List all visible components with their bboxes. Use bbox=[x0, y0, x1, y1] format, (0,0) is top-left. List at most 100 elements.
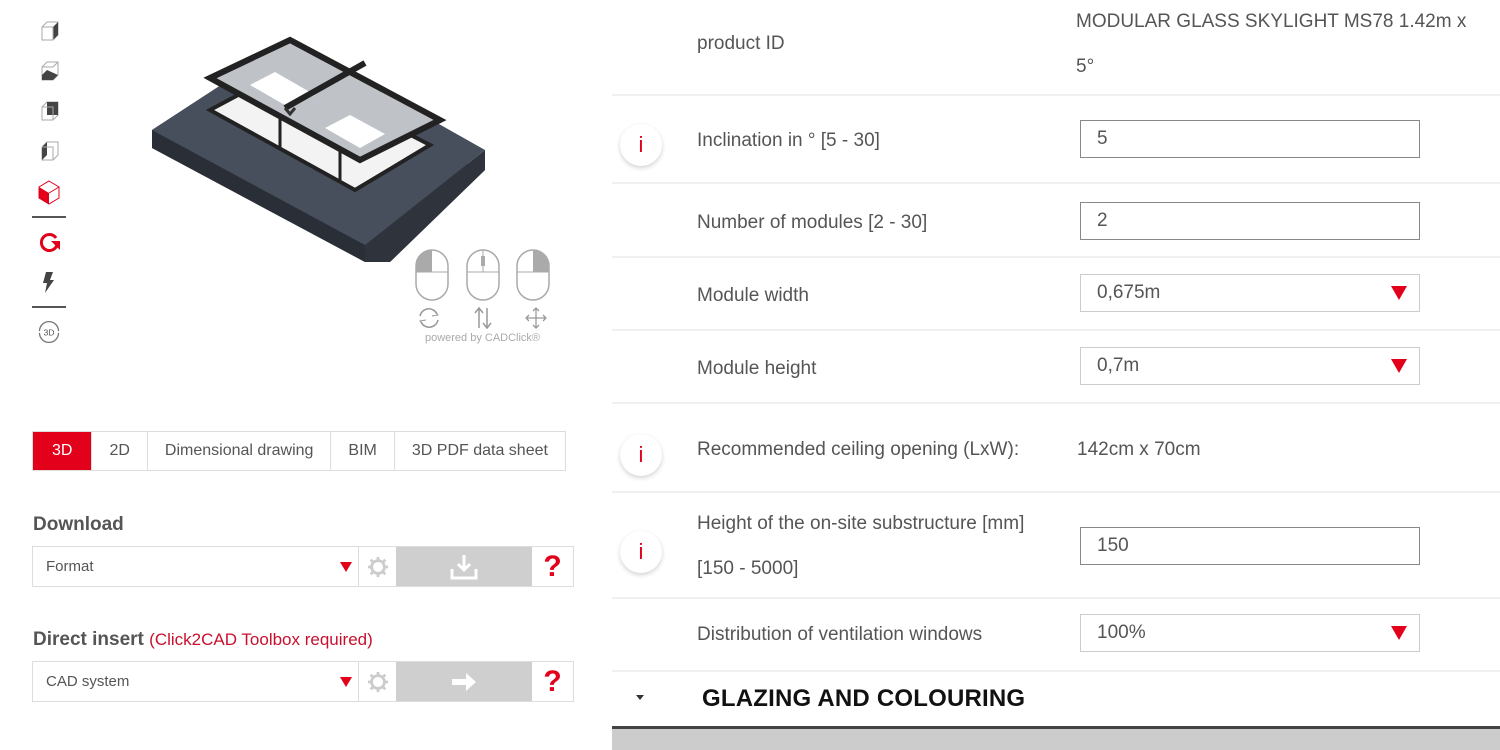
row-substructure: i Height of the on-site substructure [mm… bbox=[612, 493, 1500, 599]
view-bottom-icon bbox=[41, 61, 59, 81]
module-width-label: Module width bbox=[697, 285, 809, 306]
direct-insert-help-button[interactable]: ? bbox=[532, 662, 573, 701]
inclination-label: Inclination in ° [5 - 30] bbox=[697, 130, 880, 151]
cad-viewer-panel: 3D powered by CADClick® 3D 2D Dimensiona… bbox=[0, 0, 600, 750]
format-select-value: Format bbox=[46, 558, 94, 575]
substructure-label-line1: Height of the on-site substructure [mm] bbox=[697, 513, 1025, 534]
cad-system-select-value: CAD system bbox=[46, 673, 130, 690]
ceiling-opening-label: Recommended ceiling opening (LxW): bbox=[697, 439, 1020, 460]
toolbox-required-note: (Click2CAD Toolbox required) bbox=[149, 630, 373, 649]
tab-dimensional-drawing[interactable]: Dimensional drawing bbox=[146, 432, 331, 470]
product-id-value-line2: 5° bbox=[1076, 56, 1095, 77]
flash-button[interactable] bbox=[30, 262, 68, 302]
dropdown-arrow-icon bbox=[340, 676, 352, 687]
ceiling-opening-info-button[interactable]: i bbox=[620, 434, 662, 476]
module-width-value: 0,675m bbox=[1097, 282, 1161, 303]
format-select[interactable]: Format bbox=[33, 547, 359, 586]
download-button[interactable] bbox=[396, 547, 532, 586]
product-id-label: product ID bbox=[697, 33, 785, 54]
tab-3d-pdf-data-sheet[interactable]: 3D PDF data sheet bbox=[393, 432, 565, 470]
ventilation-select[interactable]: 100% bbox=[1080, 614, 1420, 652]
ventilation-label: Distribution of ventilation windows bbox=[697, 624, 983, 645]
product-id-value-line1: MODULAR GLASS SKYLIGHT MS78 1.42m x bbox=[1076, 11, 1467, 32]
toolbar-divider bbox=[32, 216, 66, 218]
module-height-value: 0,7m bbox=[1097, 355, 1140, 376]
pan-icon bbox=[525, 307, 547, 329]
row-module-width: Module width 0,675m bbox=[612, 258, 1500, 331]
view-iso-icon bbox=[38, 180, 60, 205]
mouse-controls-help: powered by CADClick® bbox=[410, 248, 555, 344]
configurator-panel: product ID MODULAR GLASS SKYLIGHT MS78 1… bbox=[612, 0, 1500, 750]
rotate-button[interactable] bbox=[30, 222, 68, 262]
row-ceiling-opening: i Recommended ceiling opening (LxW): 142… bbox=[612, 404, 1500, 493]
direct-insert-label: Direct insert bbox=[33, 629, 144, 650]
download-icon bbox=[450, 554, 478, 579]
module-width-select[interactable]: 0,675m bbox=[1080, 274, 1420, 312]
orbit-icon bbox=[419, 308, 439, 328]
dropdown-arrow-icon bbox=[1391, 286, 1407, 300]
modules-input-wrap bbox=[1080, 202, 1420, 240]
tab-3d[interactable]: 3D bbox=[33, 432, 92, 470]
modules-label: Number of modules [2 - 30] bbox=[697, 212, 928, 233]
dropdown-arrow-icon bbox=[1391, 359, 1407, 373]
mouse-left-click-icon bbox=[415, 249, 449, 301]
inclination-input-wrap bbox=[1080, 120, 1420, 158]
dropdown-arrow-icon bbox=[1391, 626, 1407, 640]
row-module-height: Module height 0,7m bbox=[612, 331, 1500, 404]
substructure-info-button[interactable]: i bbox=[620, 531, 662, 573]
row-inclination: i Inclination in ° [5 - 30] bbox=[612, 96, 1500, 184]
view-right-button[interactable] bbox=[30, 12, 68, 52]
cad-system-select[interactable]: CAD system bbox=[33, 662, 359, 701]
substructure-input-wrap bbox=[1080, 527, 1420, 565]
view-iso-button[interactable] bbox=[30, 172, 68, 212]
substructure-input[interactable] bbox=[1097, 535, 1403, 557]
mouse-right-click-icon bbox=[516, 249, 550, 301]
view-mode-tabs: 3D 2D Dimensional drawing BIM 3D PDF dat… bbox=[32, 431, 566, 471]
substructure-label-line2: [150 - 5000] bbox=[697, 558, 799, 579]
rotate-3d-button[interactable]: 3D bbox=[30, 312, 68, 352]
view-back-icon bbox=[41, 101, 59, 121]
view-back-button[interactable] bbox=[30, 92, 68, 132]
mouse-wheel-icon bbox=[465, 249, 500, 301]
ceiling-opening-value: 142cm x 70cm bbox=[1077, 439, 1201, 460]
inclination-info-button[interactable]: i bbox=[620, 124, 662, 166]
direct-insert-button[interactable] bbox=[396, 662, 532, 701]
powered-by-label: powered by CADClick® bbox=[424, 332, 541, 344]
tab-bim[interactable]: BIM bbox=[330, 432, 393, 470]
toolbar-divider bbox=[32, 306, 66, 308]
download-row: Format ? bbox=[32, 546, 574, 587]
download-title: Download bbox=[33, 514, 124, 535]
view-left-button[interactable] bbox=[30, 132, 68, 172]
model-viewer-canvas[interactable] bbox=[140, 30, 500, 280]
section-bar bbox=[612, 729, 1500, 750]
view-bottom-button[interactable] bbox=[30, 52, 68, 92]
direct-insert-title: Direct insert (Click2CAD Toolbox require… bbox=[33, 629, 373, 651]
rotate-3d-icon: 3D bbox=[38, 320, 60, 344]
glazing-section-header[interactable]: GLAZING AND COLOURING bbox=[612, 673, 1500, 729]
view-right-icon bbox=[41, 21, 59, 41]
arrow-right-icon bbox=[452, 672, 476, 691]
gear-icon bbox=[367, 556, 388, 577]
view-toolbar: 3D bbox=[30, 12, 68, 352]
module-height-label: Module height bbox=[697, 358, 817, 379]
modules-input[interactable] bbox=[1097, 210, 1403, 232]
rotate-icon bbox=[39, 233, 60, 252]
tab-2d[interactable]: 2D bbox=[91, 432, 146, 470]
ventilation-value: 100% bbox=[1097, 622, 1146, 643]
row-product-id: product ID MODULAR GLASS SKYLIGHT MS78 1… bbox=[612, 0, 1500, 96]
inclination-input[interactable] bbox=[1097, 128, 1403, 150]
row-modules: Number of modules [2 - 30] bbox=[612, 184, 1500, 258]
insert-settings-button[interactable] bbox=[359, 662, 396, 701]
caret-down-icon bbox=[636, 695, 644, 700]
svg-text:3D: 3D bbox=[43, 327, 54, 337]
module-height-select[interactable]: 0,7m bbox=[1080, 347, 1420, 385]
direct-insert-row: CAD system ? bbox=[32, 661, 574, 702]
download-settings-button[interactable] bbox=[359, 547, 396, 586]
download-help-button[interactable]: ? bbox=[532, 547, 573, 586]
flash-icon bbox=[43, 272, 54, 293]
zoom-updown-icon bbox=[473, 306, 492, 330]
dropdown-arrow-icon bbox=[340, 561, 352, 572]
view-left-icon bbox=[41, 141, 59, 161]
glazing-section-title: GLAZING AND COLOURING bbox=[702, 685, 1026, 712]
skylight-model-render bbox=[152, 36, 485, 262]
